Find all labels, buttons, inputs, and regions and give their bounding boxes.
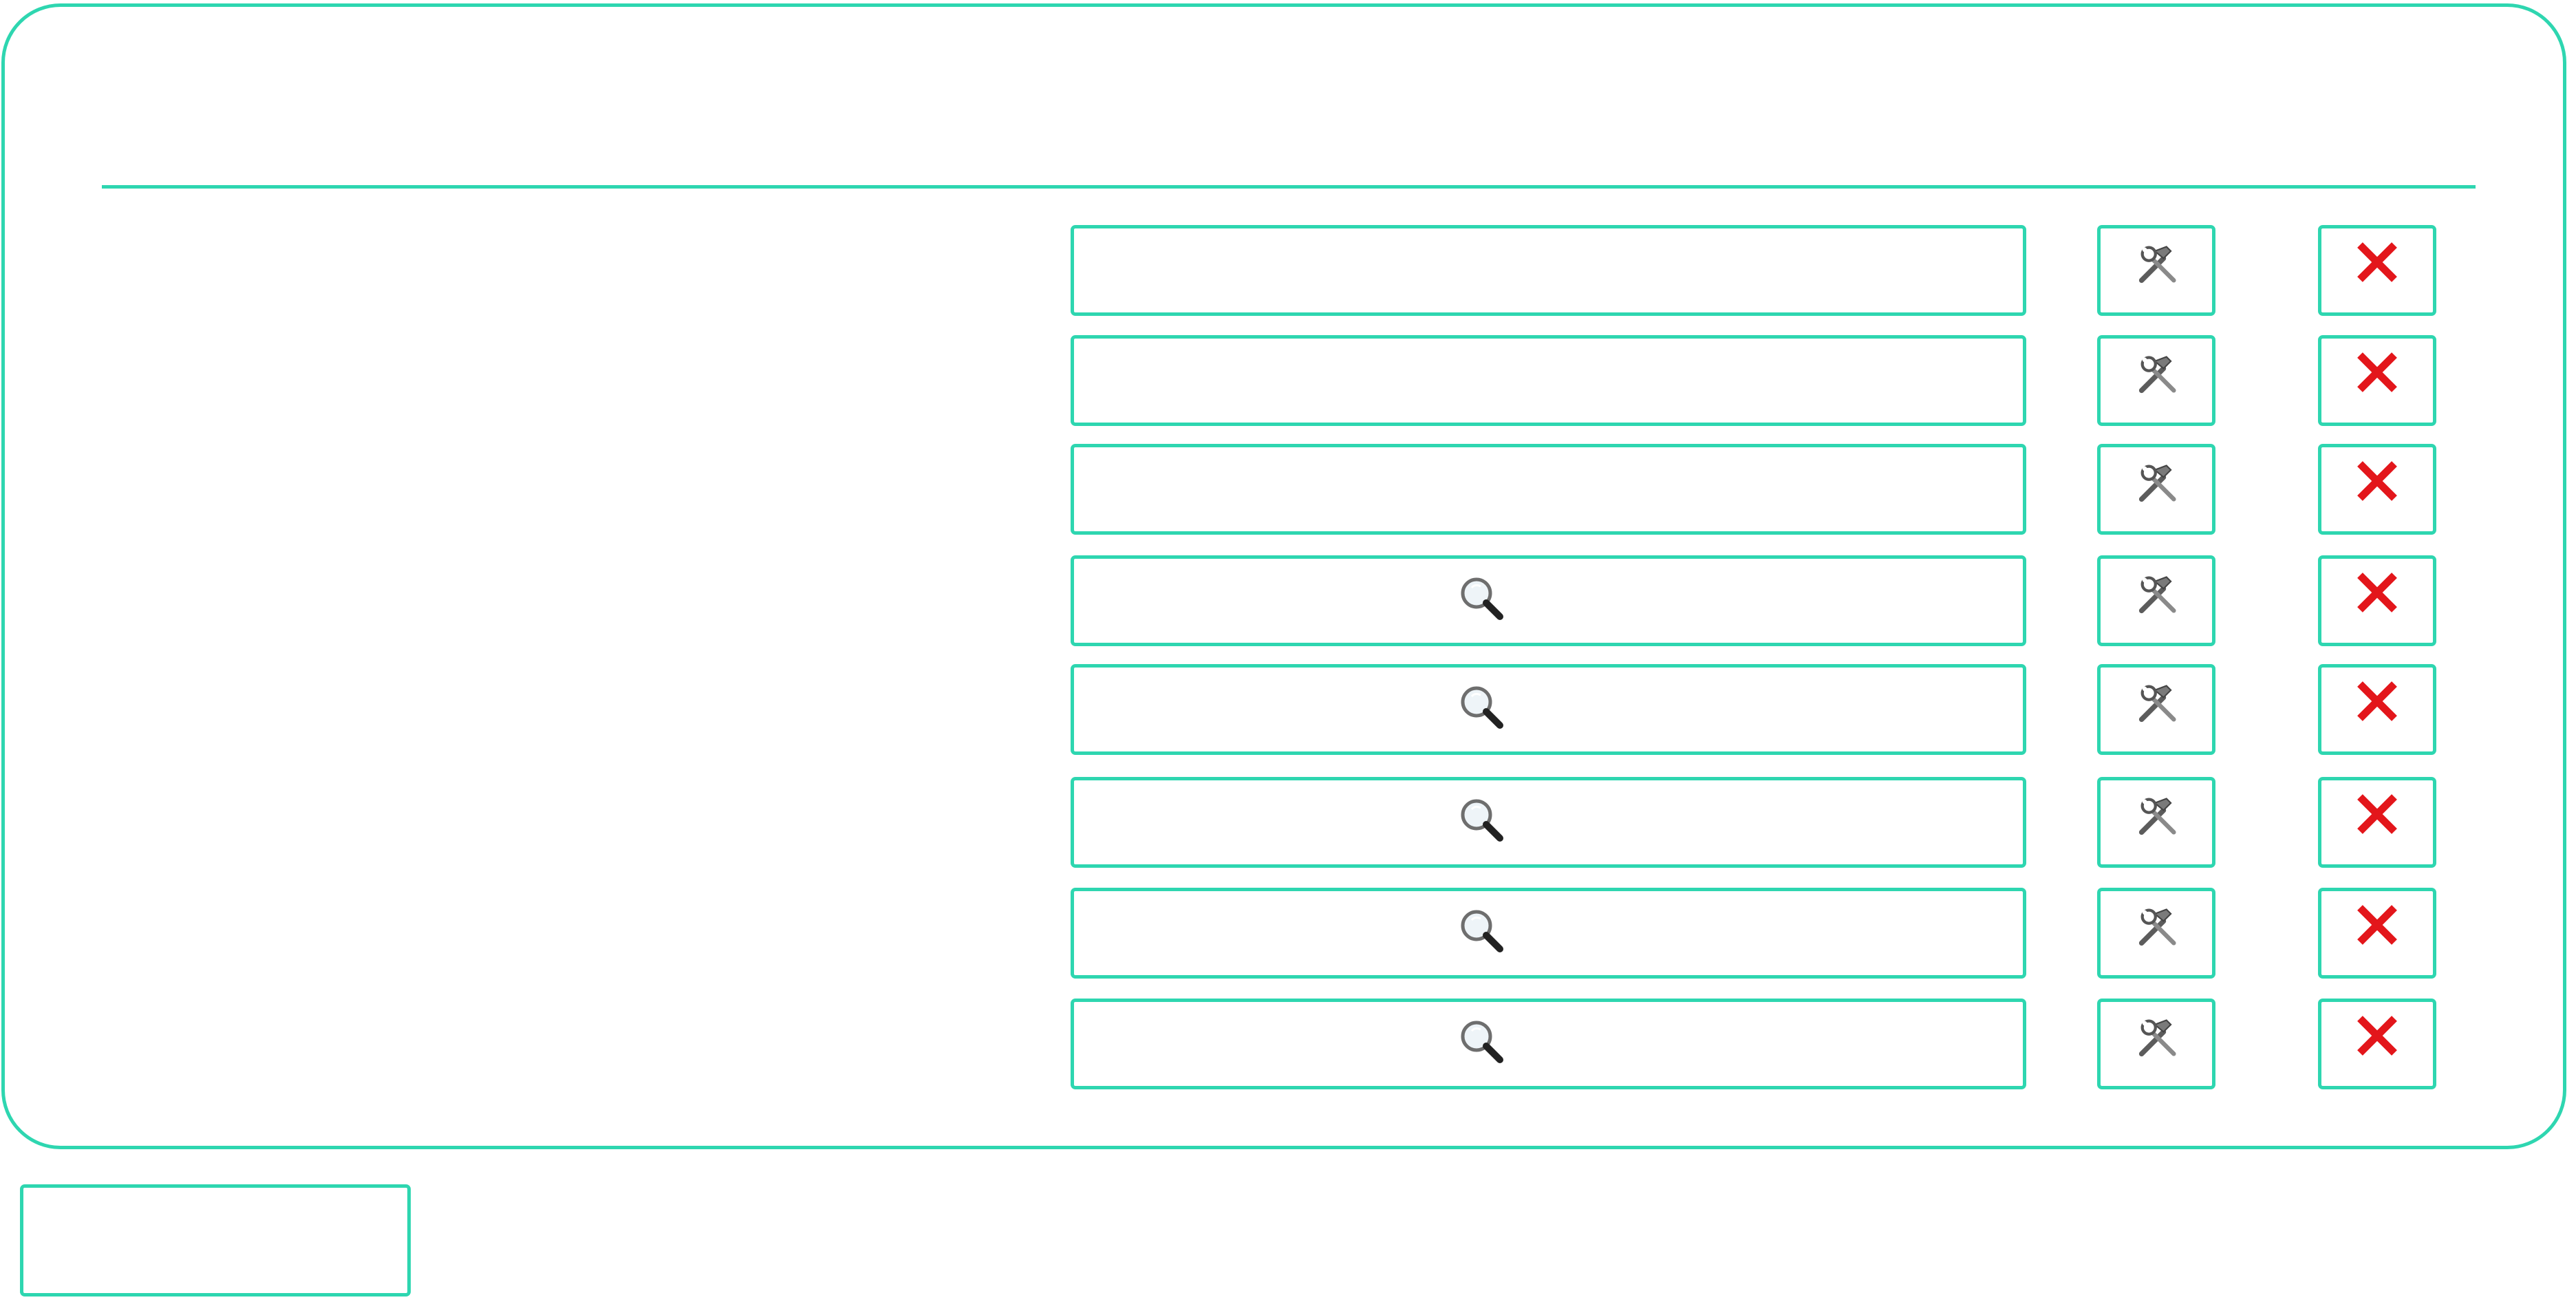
- hammer-wrench-icon: [2138, 246, 2176, 284]
- list-item: [0, 999, 2576, 1089]
- delete-button[interactable]: [2318, 225, 2436, 316]
- hammer-wrench-icon: [2138, 576, 2176, 614]
- item-field[interactable]: [1071, 888, 2026, 979]
- red-x-icon: [2357, 461, 2397, 501]
- red-x-icon: [2357, 242, 2397, 282]
- item-field[interactable]: [1071, 777, 2026, 868]
- list-item: [0, 225, 2576, 316]
- list-item: [0, 777, 2576, 868]
- edit-button[interactable]: [2097, 444, 2215, 535]
- delete-button[interactable]: [2318, 664, 2436, 755]
- red-x-icon: [2357, 794, 2397, 834]
- hammer-wrench-icon: [2138, 465, 2176, 502]
- edit-button[interactable]: [2097, 335, 2215, 426]
- list-item: [0, 888, 2576, 979]
- red-x-icon: [2357, 573, 2397, 612]
- edit-button[interactable]: [2097, 664, 2215, 755]
- search-icon: [1461, 1021, 1503, 1063]
- item-field[interactable]: [1071, 444, 2026, 535]
- edit-button[interactable]: [2097, 888, 2215, 979]
- hammer-wrench-icon: [2138, 356, 2176, 394]
- red-x-icon: [2357, 1016, 2397, 1056]
- edit-button[interactable]: [2097, 777, 2215, 868]
- header-divider: [102, 185, 2476, 189]
- delete-button[interactable]: [2318, 999, 2436, 1089]
- red-x-icon: [2357, 352, 2397, 392]
- edit-button[interactable]: [2097, 999, 2215, 1089]
- red-x-icon: [2357, 905, 2397, 945]
- delete-button[interactable]: [2318, 444, 2436, 535]
- item-field[interactable]: [1071, 664, 2026, 755]
- item-field[interactable]: [1071, 999, 2026, 1089]
- edit-button[interactable]: [2097, 555, 2215, 646]
- item-field[interactable]: [1071, 335, 2026, 426]
- hammer-wrench-icon: [2138, 908, 2176, 946]
- hammer-wrench-icon: [2138, 685, 2176, 723]
- hammer-wrench-icon: [2138, 798, 2176, 835]
- search-icon: [1461, 577, 1503, 620]
- delete-button[interactable]: [2318, 555, 2436, 646]
- item-field[interactable]: [1071, 225, 2026, 316]
- item-field[interactable]: [1071, 555, 2026, 646]
- list-item: [0, 664, 2576, 755]
- delete-button[interactable]: [2318, 335, 2436, 426]
- search-icon: [1461, 910, 1503, 952]
- hammer-wrench-icon: [2138, 1019, 2176, 1057]
- delete-button[interactable]: [2318, 777, 2436, 868]
- delete-button[interactable]: [2318, 888, 2436, 979]
- search-icon: [1461, 686, 1503, 729]
- list-item: [0, 555, 2576, 646]
- edit-button[interactable]: [2097, 225, 2215, 316]
- bottom-button[interactable]: [20, 1184, 411, 1296]
- search-icon: [1461, 799, 1503, 842]
- list-item: [0, 335, 2576, 426]
- red-x-icon: [2357, 681, 2397, 721]
- list-item: [0, 444, 2576, 535]
